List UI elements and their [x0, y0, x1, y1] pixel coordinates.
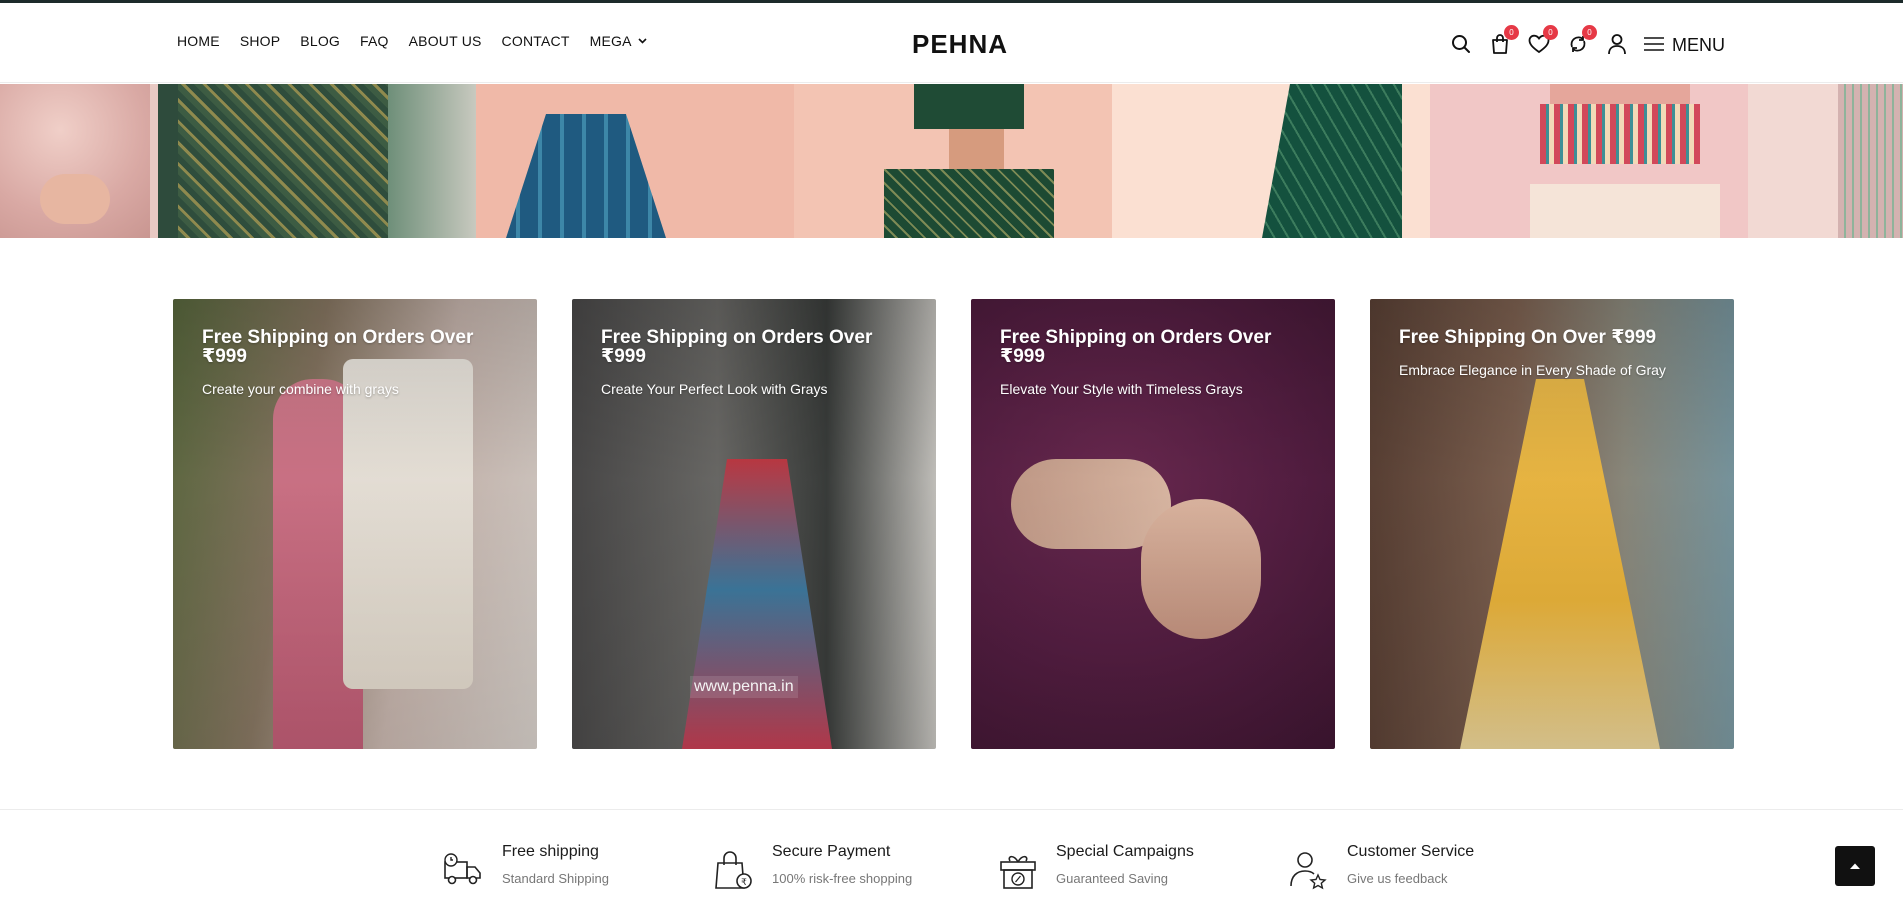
cart-button[interactable]: 0: [1487, 25, 1519, 57]
promo-card-2-title: Free Shipping on Orders Over ₹999: [601, 327, 873, 367]
cart-count-badge: 0: [1504, 25, 1519, 40]
promo-card-4[interactable]: Free Shipping On Over ₹999 Embrace Elega…: [1370, 299, 1734, 749]
promo-card-1-title: Free Shipping on Orders Over ₹999: [202, 327, 474, 367]
user-star-icon: [1290, 852, 1327, 890]
header-actions: 0 0 0 MENU: [1448, 25, 1728, 59]
compare-button[interactable]: 0: [1565, 25, 1597, 57]
promo-card-3-subtitle: Elevate Your Style with Timeless Grays: [1000, 381, 1243, 397]
menu-toggle-button[interactable]: [1642, 31, 1666, 57]
site-logo[interactable]: PEHNA: [912, 29, 1008, 60]
feature-title: Customer Service: [1347, 843, 1475, 860]
promo-card-3[interactable]: Free Shipping on Orders Over ₹999 Elevat…: [971, 299, 1335, 749]
feature-customer-service: Customer Service Give us feedback: [1287, 843, 1475, 892]
scroll-to-top-button[interactable]: [1835, 846, 1875, 886]
nav-mega-label: MEGA: [589, 33, 632, 49]
feature-title: Special Campaigns: [1056, 843, 1194, 860]
strip-image-5[interactable]: [1112, 84, 1430, 238]
strip-image-7[interactable]: [1748, 84, 1903, 238]
svg-text:₹: ₹: [741, 878, 747, 888]
feature-title: Free shipping: [502, 843, 599, 860]
promo-card-4-subtitle: Embrace Elegance in Every Shade of Gray: [1399, 362, 1666, 378]
feature-secure-payment: ₹ Secure Payment 100% risk-free shopping: [712, 843, 913, 892]
promo-card-1-subtitle: Create your combine with grays: [202, 381, 399, 397]
promo-card-1[interactable]: Free Shipping on Orders Over ₹999 Create…: [173, 299, 537, 749]
nav-home[interactable]: HOME: [177, 33, 220, 49]
wishlist-button[interactable]: 0: [1526, 25, 1558, 57]
delivery-truck-icon: [444, 853, 481, 885]
promo-card-4-title: Free Shipping On Over ₹999: [1399, 327, 1657, 348]
nav-shop[interactable]: SHOP: [240, 33, 280, 49]
nav-blog[interactable]: BLOG: [300, 33, 340, 49]
feature-title: Secure Payment: [772, 843, 891, 860]
promo-card-3-title: Free Shipping on Orders Over ₹999: [1000, 327, 1272, 367]
user-icon: [1608, 34, 1626, 55]
shopping-bag-rupee-icon: ₹: [715, 851, 752, 889]
chevron-down-icon: [638, 38, 647, 44]
feature-subtitle: Standard Shipping: [502, 871, 609, 886]
strip-image-2[interactable]: [158, 84, 476, 238]
account-button[interactable]: [1604, 31, 1630, 57]
feature-free-shipping: Free shipping Standard Shipping: [442, 843, 609, 892]
feature-special-campaigns: Special Campaigns Guaranteed Saving: [996, 843, 1194, 892]
menu-label[interactable]: MENU: [1672, 35, 1725, 56]
promo-cards: Free Shipping on Orders Over ₹999 Create…: [173, 299, 1734, 749]
feature-subtitle: Guaranteed Saving: [1056, 871, 1169, 886]
compare-count-badge: 0: [1582, 25, 1597, 40]
chevron-up-icon: [1850, 863, 1860, 869]
features-bar: Free shipping Standard Shipping ₹ Secure…: [0, 809, 1903, 914]
feature-subtitle: 100% risk-free shopping: [772, 871, 913, 886]
site-header: HOME SHOP BLOG FAQ ABOUT US CONTACT MEGA…: [0, 3, 1903, 83]
gift-percent-icon: [1000, 855, 1036, 889]
watermark-text: www.penna.in: [690, 676, 798, 698]
search-button[interactable]: [1448, 31, 1474, 57]
feature-subtitle: Give us feedback: [1347, 871, 1448, 886]
hamburger-icon: [1644, 37, 1664, 51]
nav-about-us[interactable]: ABOUT US: [409, 33, 482, 49]
search-icon: [1452, 35, 1470, 53]
nav-mega[interactable]: MEGA: [590, 33, 647, 49]
nav-contact[interactable]: CONTACT: [502, 33, 570, 49]
main-nav: HOME SHOP BLOG FAQ ABOUT US CONTACT MEGA: [177, 33, 667, 49]
strip-image-4[interactable]: [794, 84, 1112, 238]
strip-image-3[interactable]: [476, 84, 794, 238]
promo-card-2-subtitle: Create Your Perfect Look with Grays: [601, 381, 828, 397]
wishlist-count-badge: 0: [1543, 25, 1558, 40]
promo-card-2[interactable]: Free Shipping on Orders Over ₹999 Create…: [572, 299, 936, 749]
strip-image-1[interactable]: [0, 84, 158, 238]
product-image-strip: [0, 84, 1903, 238]
nav-faq[interactable]: FAQ: [360, 33, 389, 49]
strip-image-6[interactable]: [1430, 84, 1748, 238]
